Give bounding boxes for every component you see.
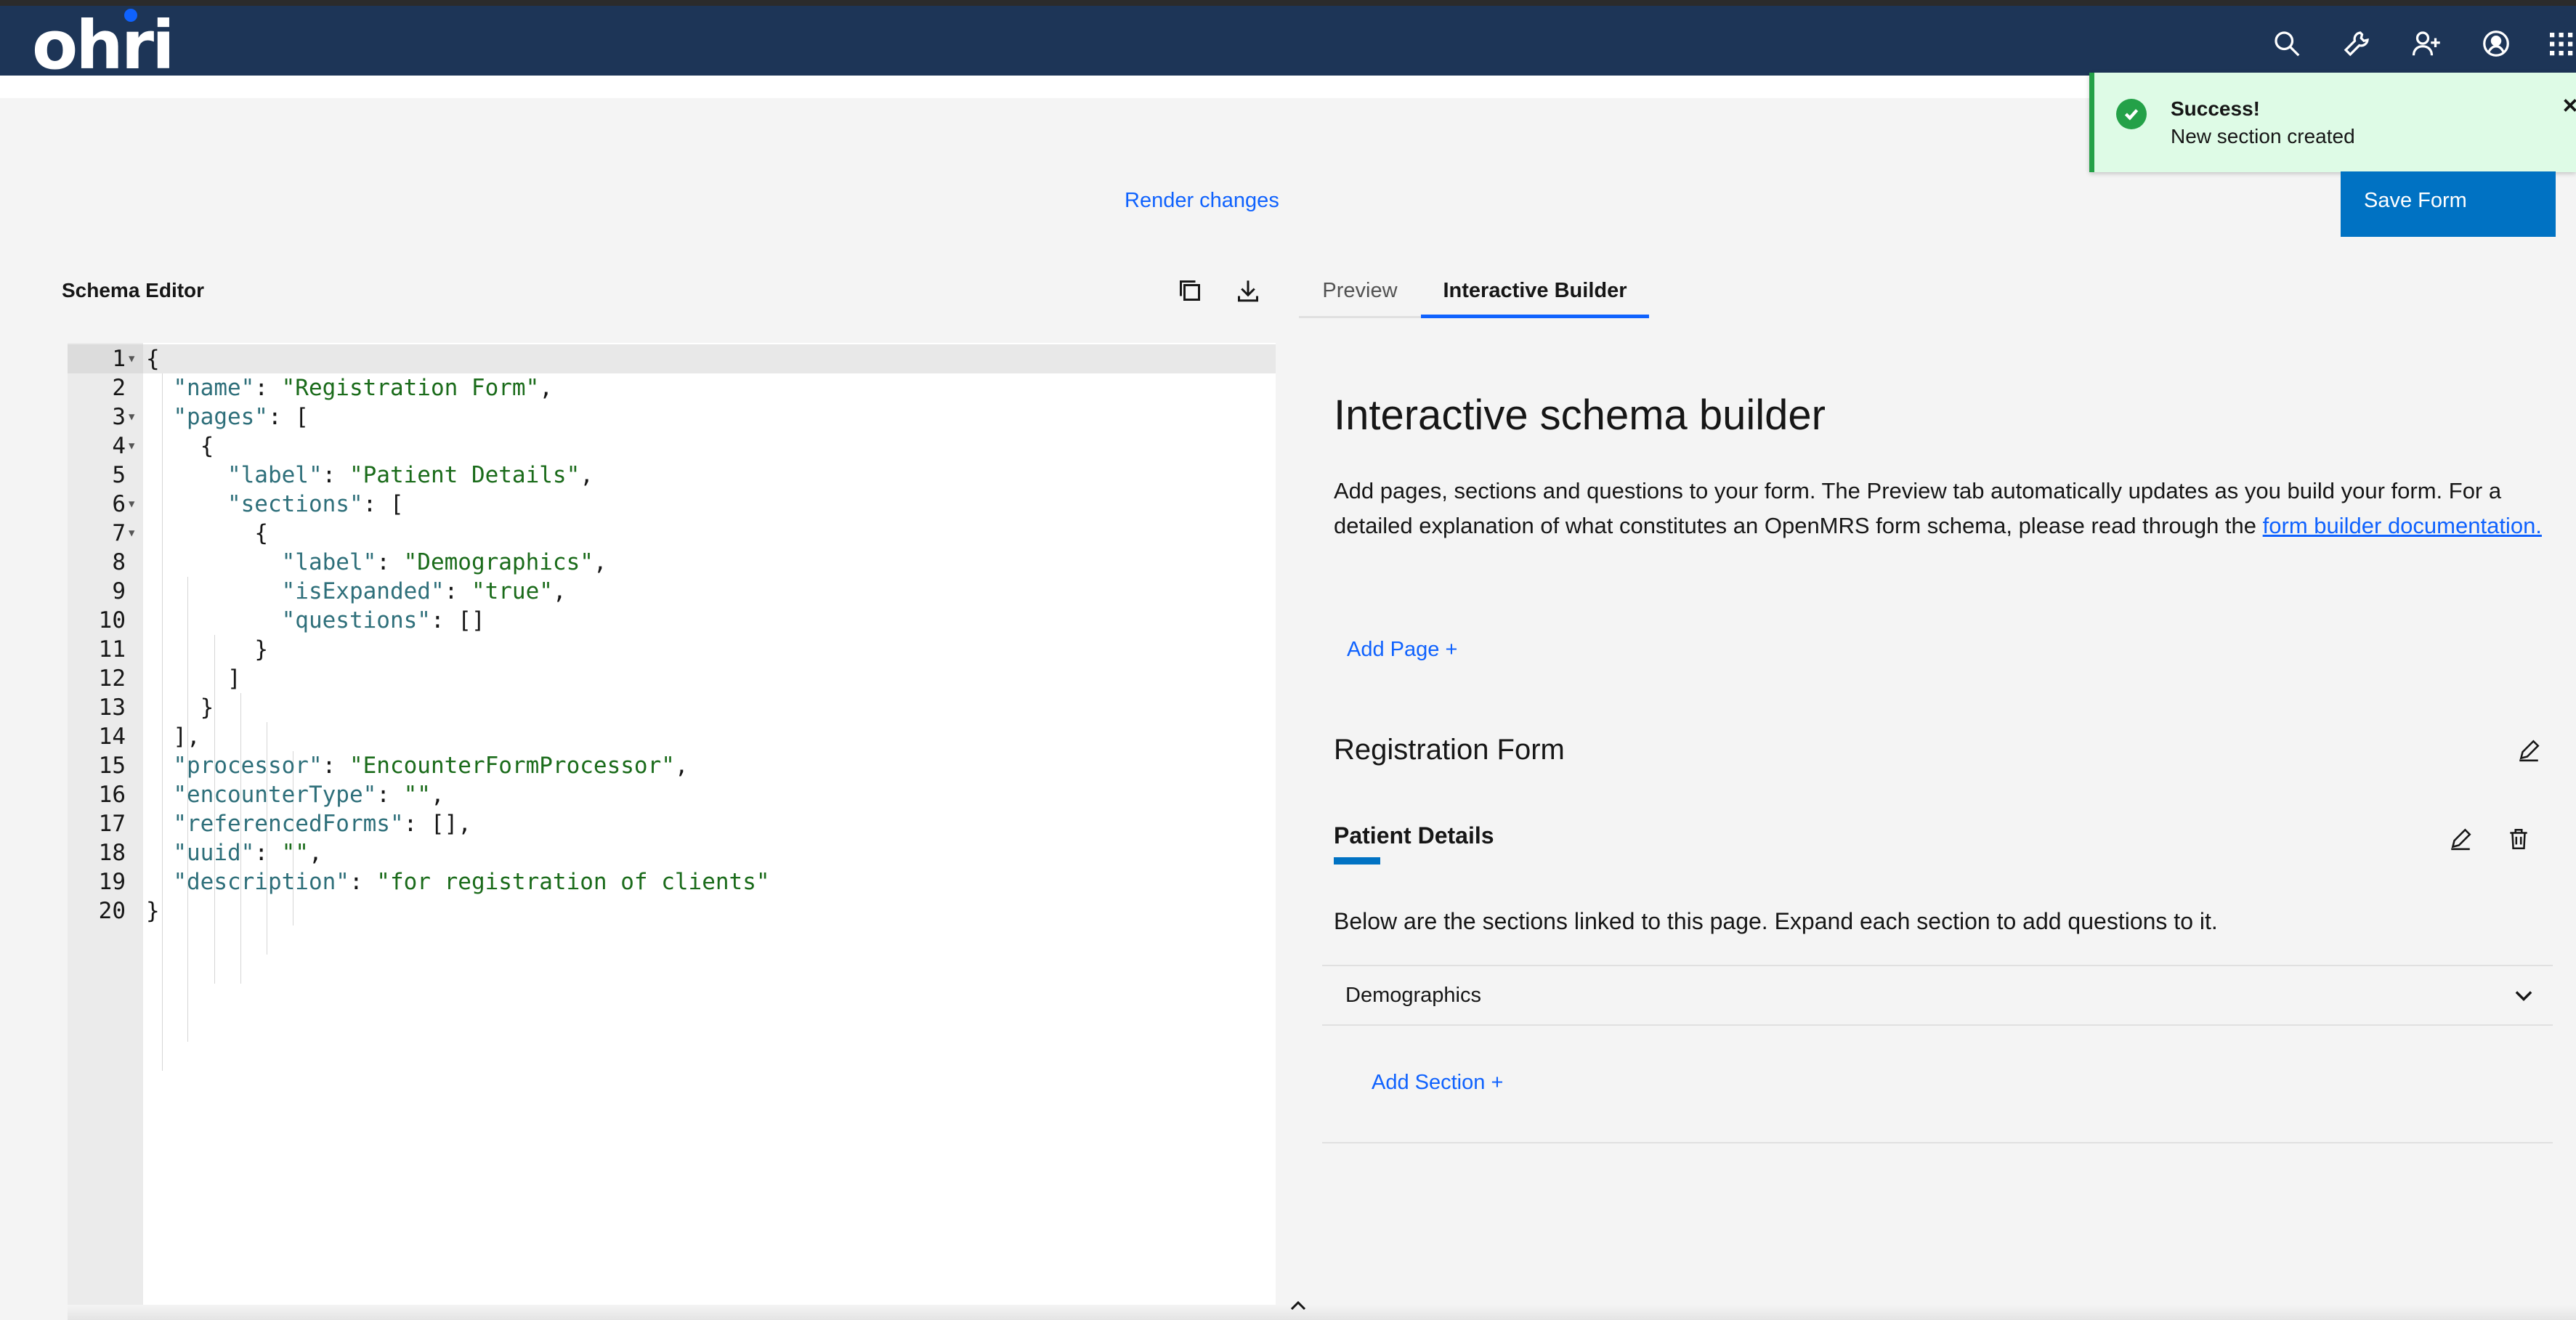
copy-icon[interactable]	[1175, 276, 1204, 305]
chevron-down-icon[interactable]	[2511, 982, 2537, 1008]
add-page-label: Add Page	[1347, 638, 1440, 661]
delete-page-icon[interactable]	[2506, 827, 2531, 851]
app-switcher-icon[interactable]	[2545, 26, 2576, 61]
code-line: 11 }	[98, 636, 268, 663]
add-section-button[interactable]: Add Section +	[1372, 1071, 1503, 1095]
edit-page-icon[interactable]	[2448, 827, 2473, 851]
code-line: 17 "referencedForms": [],	[98, 811, 471, 837]
code-line: 1 ▼{	[112, 346, 160, 372]
code-line: 20}	[98, 898, 160, 924]
code-line: 2 "name": "Registration Form",	[112, 375, 553, 401]
toast-subtitle: New section created	[2171, 125, 2355, 147]
bottom-shadow	[68, 1305, 2576, 1320]
code-line: 16 "encounterType": "",	[98, 782, 445, 808]
code-line: 4 ▼ {	[112, 433, 214, 459]
render-changes-button[interactable]: Render changes	[1125, 189, 1279, 213]
section-label: Demographics	[1345, 984, 1481, 1007]
page-label: Patient Details	[1334, 822, 1494, 849]
user-avatar-icon[interactable]	[2479, 26, 2514, 61]
divider	[1322, 1142, 2553, 1143]
schema-code-editor[interactable]: 1 ▼{ 2 "name": "Registration Form", 3 ▼ "p…	[68, 343, 1276, 1320]
checkmark-icon	[2116, 99, 2147, 129]
success-toast: Success! New section created	[2089, 73, 2576, 172]
edit-form-name-icon[interactable]	[2516, 738, 2541, 763]
chevron-up-icon[interactable]	[1287, 1296, 1313, 1318]
code-line: 15 "processor": "EncounterFormProcessor"…	[98, 753, 689, 779]
documentation-link[interactable]: form builder documentation.	[2263, 513, 2542, 538]
builder-description: Add pages, sections and questions to you…	[1334, 474, 2561, 543]
plus-icon: +	[1439, 638, 1458, 661]
logo-dot	[124, 9, 137, 22]
page-underline	[1334, 857, 1380, 865]
builder-heading: Interactive schema builder	[1334, 392, 1826, 439]
code-line: 18 "uuid": "",	[98, 840, 323, 866]
code-line: 3 ▼ "pages": [	[112, 404, 309, 430]
toast-title: Success!	[2171, 97, 2260, 120]
wrench-icon[interactable]	[2339, 26, 2374, 61]
code-line: 6 ▼ "sections": [	[112, 491, 404, 517]
code-line: 14 ],	[98, 724, 201, 750]
search-icon[interactable]	[2269, 26, 2304, 61]
code-line: 12 ]	[98, 665, 241, 692]
top-nav-bar: ohri	[0, 0, 2576, 79]
code-line: 9 "isExpanded": "true",	[112, 578, 567, 604]
interactive-builder-panel: Interactive schema builder Add pages, se…	[1299, 318, 2576, 1320]
plus-icon: +	[1485, 1071, 1504, 1094]
code-line: 10 "questions": []	[98, 607, 485, 633]
tab-preview[interactable]: Preview	[1299, 266, 1421, 318]
tab-interactive-builder[interactable]: Interactive Builder	[1421, 266, 1649, 318]
schema-editor-title: Schema Editor	[62, 279, 205, 301]
add-user-icon[interactable]	[2409, 26, 2444, 61]
close-icon[interactable]	[2559, 94, 2576, 116]
code-line: 13 }	[98, 695, 214, 721]
code-line: 19 "description": "for registration of c…	[98, 869, 770, 895]
form-name: Registration Form	[1334, 734, 1565, 766]
save-form-button[interactable]: Save Form	[2341, 171, 2556, 237]
app-logo[interactable]: ohri	[32, 12, 175, 79]
code-line: 7 ▼ {	[112, 520, 268, 546]
code-line: 5 "label": "Patient Details",	[112, 462, 594, 488]
add-page-button[interactable]: Add Page +	[1347, 638, 1457, 662]
sections-note: Below are the sections linked to this pa…	[1334, 908, 2218, 934]
add-section-label: Add Section	[1372, 1071, 1486, 1094]
code-line: 8 "label": "Demographics",	[112, 549, 607, 575]
download-icon[interactable]	[1234, 276, 1263, 305]
section-accordion-demographics[interactable]: Demographics	[1322, 965, 2553, 1026]
